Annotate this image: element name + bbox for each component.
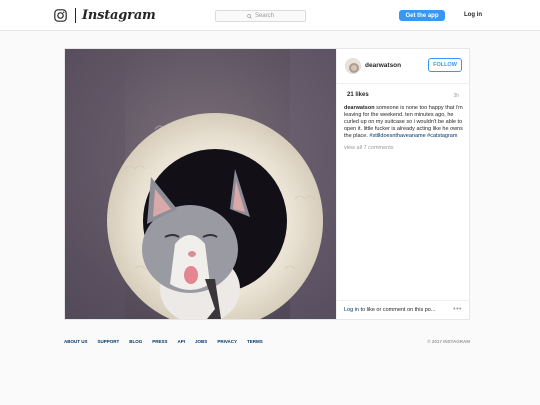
comment-prompt: Log in to like or comment on this po... (344, 307, 435, 313)
copyright-text: © 2017 INSTAGRAM (427, 339, 470, 344)
search-input[interactable]: Search (215, 10, 306, 22)
caption-username[interactable]: dearwatson (344, 105, 375, 111)
footer-link-press[interactable]: Press (152, 339, 167, 344)
footer-link-blog[interactable]: Blog (129, 339, 142, 344)
search-placeholder: Search (254, 13, 274, 19)
post-card: dearwatson FOLLOW 21 likes 3h dearwatson… (64, 48, 470, 320)
comment-prompt-text: to like or comment on this po... (359, 307, 436, 313)
post-photo[interactable] (65, 49, 336, 319)
post-username[interactable]: dearwatson (365, 62, 401, 69)
avatar[interactable] (345, 58, 361, 74)
footer-link-jobs[interactable]: Jobs (195, 339, 207, 344)
more-dots-icon[interactable]: ••• (453, 306, 462, 313)
page-footer: About us Support Blog Press API Jobs Pri… (64, 339, 470, 347)
top-navigation-bar: Instagram Search Get the app Log in (0, 0, 540, 31)
caption-hashtags[interactable]: #stilldoesnthaveaname #catstagram (369, 133, 457, 139)
login-to-comment-link[interactable]: Log in (344, 307, 359, 313)
comment-bar: Log in to like or comment on this po... … (337, 300, 470, 319)
view-all-comments-link[interactable]: view all 7 comments (344, 145, 394, 151)
like-count[interactable]: 21 likes (347, 92, 369, 98)
footer-link-terms[interactable]: Terms (247, 339, 263, 344)
search-icon (247, 13, 252, 19)
instagram-wordmark[interactable]: Instagram (82, 8, 156, 23)
kitten-photo-image (65, 49, 336, 319)
footer-link-privacy[interactable]: Privacy (217, 339, 237, 344)
log-in-link[interactable]: Log in (464, 12, 482, 18)
logo-divider (75, 8, 76, 23)
get-the-app-button[interactable]: Get the app (399, 10, 445, 21)
footer-link-support[interactable]: Support (98, 339, 120, 344)
footer-links: About us Support Blog Press API Jobs Pri… (64, 339, 263, 344)
footer-link-api[interactable]: API (178, 339, 186, 344)
instagram-camera-icon[interactable] (54, 9, 67, 22)
post-header: dearwatson FOLLOW (337, 49, 470, 84)
footer-link-about-us[interactable]: About us (64, 339, 88, 344)
post-timestamp[interactable]: 3h (453, 93, 459, 99)
post-caption: dearwatson someone is none too happy tha… (344, 105, 467, 140)
post-sidebar: dearwatson FOLLOW 21 likes 3h dearwatson… (336, 49, 470, 319)
follow-button[interactable]: FOLLOW (428, 58, 462, 72)
